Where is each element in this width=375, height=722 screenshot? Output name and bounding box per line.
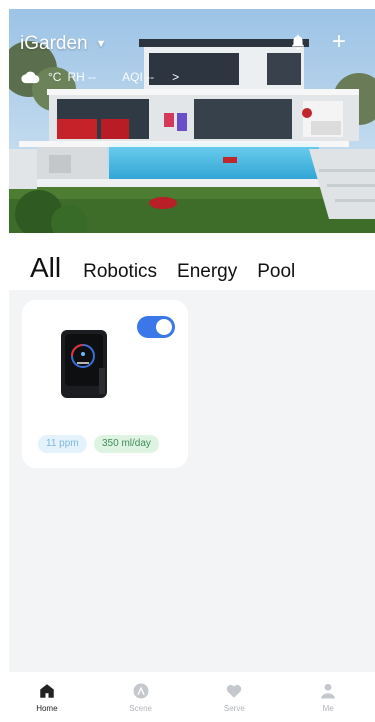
nav-me-label: Me: [322, 704, 334, 713]
device-card[interactable]: 11 ppm 350 ml/day: [22, 300, 188, 468]
nav-serve[interactable]: Serve: [188, 672, 282, 722]
ppm-badge: 11 ppm: [38, 435, 87, 453]
nav-scene-label: Scene: [129, 704, 152, 713]
cloud-icon: [21, 71, 40, 84]
nav-me[interactable]: Me: [281, 672, 375, 722]
category-tabs: All Robotics Energy Pool: [30, 252, 295, 284]
nav-serve-label: Serve: [223, 704, 245, 713]
nav-home[interactable]: Home: [0, 672, 94, 722]
tab-pool[interactable]: Pool: [257, 261, 295, 283]
home-icon: [40, 684, 54, 698]
bell-icon[interactable]: [289, 33, 307, 51]
nav-scene[interactable]: Scene: [94, 672, 188, 722]
toggle-knob: [156, 319, 172, 335]
tab-energy[interactable]: Energy: [177, 261, 237, 283]
home-selector[interactable]: iGarden ▼: [20, 33, 107, 55]
temperature-value: °C: [48, 70, 62, 84]
chevron-down-icon: ▼: [95, 38, 107, 50]
bottom-nav: Home Scene Serve Me: [0, 672, 375, 722]
scene-icon: [133, 683, 149, 699]
heart-icon: [227, 684, 242, 698]
person-icon: [321, 683, 335, 699]
flow-badge: 350 ml/day: [94, 435, 159, 453]
aqi-value: AQI --: [122, 70, 155, 84]
humidity-value: RH --: [67, 70, 97, 84]
device-power-toggle[interactable]: [137, 316, 175, 338]
home-name: iGarden: [20, 33, 88, 54]
tab-all[interactable]: All: [30, 252, 61, 284]
chevron-right-icon: >: [172, 70, 180, 84]
pool-device-image: [61, 330, 107, 398]
tab-robotics[interactable]: Robotics: [83, 261, 157, 283]
nav-home-label: Home: [36, 704, 58, 713]
weather-summary[interactable]: °C RH -- AQI -- >: [20, 69, 179, 85]
add-icon[interactable]: +: [332, 30, 346, 54]
